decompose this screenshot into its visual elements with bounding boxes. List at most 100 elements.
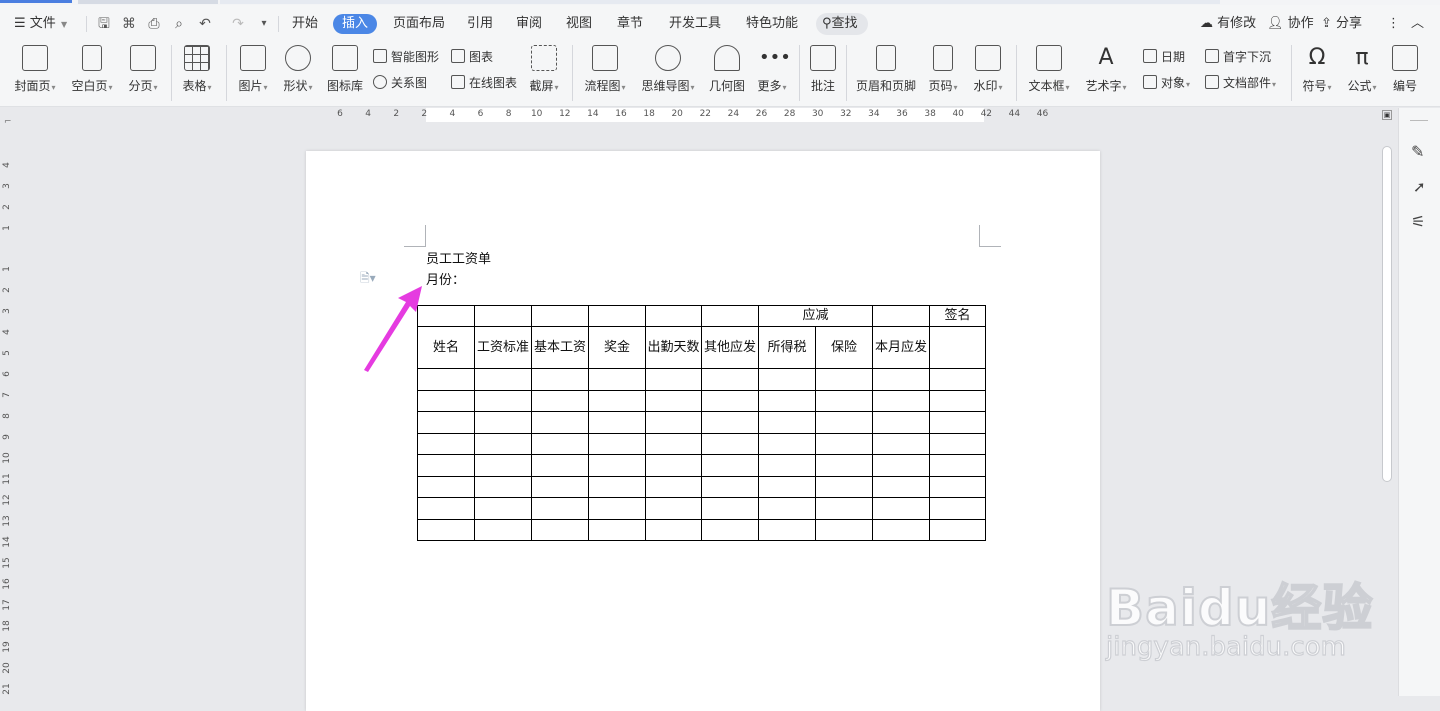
table-cell[interactable] [645,454,702,477]
flowchart-button[interactable]: 流程图▾ [583,45,627,94]
date-button[interactable]: 日期 [1143,47,1185,67]
table-cell[interactable] [815,475,873,498]
redo-icon[interactable]: ↷ [228,14,248,34]
window-tab[interactable] [78,0,218,4]
save-icon[interactable]: 🖫 [94,14,114,34]
column-header-cell[interactable]: 其他应发 [701,326,759,369]
shapes-button[interactable]: 形状▾ [281,45,315,94]
table-cell[interactable] [929,518,986,541]
table-cell[interactable] [474,475,532,498]
mindmap-button[interactable]: 思维导图▾ [640,45,696,94]
table-cell[interactable] [531,368,589,391]
geometry-button[interactable]: 几何图 [709,45,745,94]
smartart-button[interactable]: 智能图形 [373,47,439,67]
table-cell[interactable] [588,475,646,498]
tab-home[interactable]: 开始 [292,14,318,34]
window-tab[interactable] [220,0,1220,4]
tab-references[interactable]: 引用 [467,14,493,34]
table-cell[interactable] [872,305,930,327]
print-preview-icon[interactable]: ⌕ [169,14,189,34]
table-cell[interactable] [872,518,930,541]
table-cell[interactable] [929,389,986,412]
table-cell[interactable] [588,368,646,391]
blank-page-button[interactable]: 空白页▾ [69,45,115,94]
table-cell[interactable] [531,497,589,520]
table-cell[interactable] [758,454,816,477]
chart-button[interactable]: 图表 [451,47,493,67]
table-cell[interactable] [815,454,873,477]
table-cell[interactable] [531,389,589,412]
table-cell[interactable] [758,518,816,541]
table-cell[interactable] [929,411,986,434]
table-cell[interactable] [474,518,532,541]
table-cell[interactable] [758,497,816,520]
column-header-cell[interactable]: 出勤天数 [645,326,702,369]
table-cell[interactable] [701,475,759,498]
table-cell[interactable] [645,518,702,541]
doc-title[interactable]: 员工工资单 [426,248,491,267]
table-cell[interactable] [531,518,589,541]
tab-insert[interactable]: 插入 [333,14,378,34]
table-cell[interactable] [645,497,702,520]
relation-chart-button[interactable]: 关系图 [373,73,427,93]
table-cell[interactable] [758,475,816,498]
month-label[interactable]: 月份： [426,269,465,288]
pen-icon[interactable]: ✎ [1411,142,1424,161]
table-cell[interactable] [474,368,532,391]
deductions-header-cell[interactable]: 应减 [758,305,873,327]
undo-icon[interactable]: ↶ [195,14,215,34]
table-cell[interactable] [872,454,930,477]
table-cell[interactable] [645,432,702,455]
table-cell[interactable] [417,432,475,455]
table-cell[interactable] [417,389,475,412]
comment-button[interactable]: 批注 [808,45,838,94]
object-button[interactable]: 对象▾ [1143,73,1190,93]
format-painter-icon[interactable]: ⌘ [119,14,139,34]
column-header-cell[interactable]: 工资标准 [474,326,532,369]
picture-button[interactable]: 图片▾ [236,45,270,94]
table-cell[interactable] [701,497,759,520]
table-cell[interactable] [474,389,532,412]
table-cell[interactable] [417,475,475,498]
settings-sliders-icon[interactable]: ⚟ [1411,212,1425,231]
page-number-button[interactable]: 页码▾ [926,45,960,94]
table-cell[interactable] [815,411,873,434]
icon-library-button[interactable]: 图标库 [327,45,363,94]
tab-special-features[interactable]: 特色功能 [746,14,798,34]
cursor-select-icon[interactable]: ➚ [1413,178,1426,196]
column-header-cell[interactable]: 奖金 [588,326,646,369]
table-cell[interactable] [929,326,986,369]
table-cell[interactable] [929,454,986,477]
table-cell[interactable] [929,475,986,498]
online-chart-button[interactable]: 在线图表 [451,73,517,93]
textbox-button[interactable]: 文本框▾ [1026,45,1072,94]
table-cell[interactable] [531,454,589,477]
collaborate-button[interactable]: 👤︎ 协作 [1267,14,1314,34]
table-cell[interactable] [474,497,532,520]
table-cell[interactable] [872,389,930,412]
table-cell[interactable] [701,432,759,455]
table-cell[interactable] [701,305,759,327]
more-button[interactable]: ••• 更多▾ [756,45,790,94]
print-icon[interactable]: ⎙ [144,14,164,34]
table-cell[interactable] [531,411,589,434]
table-cell[interactable] [929,497,986,520]
tab-review[interactable]: 审阅 [516,14,542,34]
table-cell[interactable] [531,432,589,455]
table-cell[interactable] [531,305,589,327]
page-break-button[interactable]: 分页▾ [126,45,160,94]
header-footer-button[interactable]: 页眉和页脚 [855,45,917,94]
table-cell[interactable] [815,389,873,412]
column-header-cell[interactable]: 基本工资 [531,326,589,369]
table-cell[interactable] [474,305,532,327]
screenshot-button[interactable]: 截屏▾ [527,45,561,94]
table-button[interactable]: 表格▾ [180,45,214,94]
table-cell[interactable] [815,518,873,541]
changes-button[interactable]: ☁ 有修改 [1200,14,1256,34]
column-header-cell[interactable]: 所得税 [758,326,816,369]
document-page[interactable]: 员工工资单 月份： 🗎▾ 应减 签名 姓名 工资标准 基本工资 奖金 出勤天数 … [306,151,1100,711]
table-cell[interactable] [417,497,475,520]
table-cell[interactable] [588,497,646,520]
vertical-ruler[interactable]: 4 3 2 1 1 2 3 4 5 6 7 8 9 10 11 12 13 14 15 16 17 18 19 20 21 [0,122,14,696]
tab-developer[interactable]: 开发工具 [669,14,721,34]
